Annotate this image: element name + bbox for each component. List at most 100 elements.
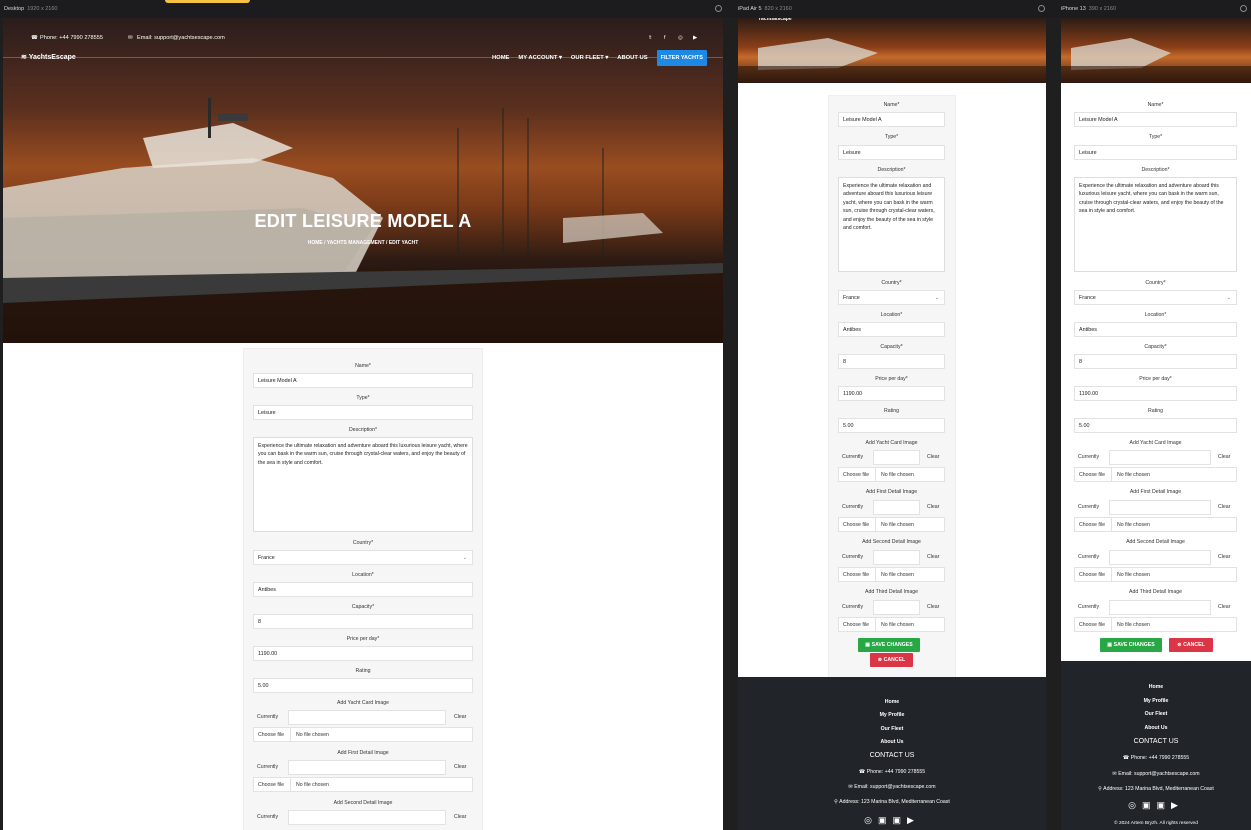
twitter-icon[interactable]: ▣ [892,815,907,825]
clear-checkbox[interactable]: Clear [454,814,466,820]
header-phone[interactable]: Phone: +44 7990 278555 [40,35,103,41]
choose-file-button[interactable]: Choose file [843,472,869,478]
second-image-file-input[interactable]: Choose file No file chosen [1074,567,1237,582]
clear-checkbox[interactable]: Clear [927,554,939,560]
footer-email[interactable]: ✉ Email: support@yachtsescape.com [1061,771,1251,777]
choose-file-button[interactable]: Choose file [843,522,869,528]
type-input[interactable]: Leisure [1074,145,1237,160]
type-input[interactable]: Leisure [253,405,473,420]
twitter-icon[interactable]: 𝕥 [649,35,652,41]
nav-our-fleet[interactable]: OUR FLEET ▾ [571,55,608,61]
choose-file-button[interactable]: Choose file [258,782,284,788]
nav-home[interactable]: HOME [492,55,509,61]
instagram-icon[interactable]: ◎ [678,35,683,41]
country-select[interactable]: France ⌄ [253,550,473,565]
choose-file-button[interactable]: Choose file [1079,522,1105,528]
youtube-icon[interactable]: ▶ [1171,800,1184,810]
card-image-file-input[interactable]: Choose file No file chosen [253,727,473,742]
youtube-icon[interactable]: ▶ [907,815,920,825]
footer-link-fleet[interactable]: Our Fleet [1061,711,1251,717]
instagram-icon[interactable]: ◎ [864,815,878,825]
footer-link-about[interactable]: About Us [738,739,1046,745]
footer-link-fleet[interactable]: Our Fleet [738,726,1046,732]
first-image-file-input[interactable]: Choose file No file chosen [1074,517,1237,532]
viewport-label-desktop: Desktop 1920 x 2160 [4,6,58,12]
clear-checkbox[interactable]: Clear [454,714,466,720]
gear-icon[interactable] [715,5,722,12]
capacity-input[interactable]: 8 [1074,354,1237,369]
third-image-file-input[interactable]: Choose file No file chosen [838,617,945,632]
choose-file-button[interactable]: Choose file [843,622,869,628]
clear-checkbox[interactable]: Clear [1218,454,1230,460]
rating-input[interactable]: 5.00 [838,418,945,433]
card-image-file-input[interactable]: Choose file No file chosen [1074,467,1237,482]
cancel-button[interactable]: ⊗ CANCEL [1169,638,1213,652]
rating-input[interactable]: 5.00 [253,678,473,693]
footer-link-profile[interactable]: My Profile [738,712,1046,718]
cancel-button[interactable]: ⊗ CANCEL [870,653,913,667]
header-email[interactable]: Email: support@yachtsescape.com [137,35,225,41]
youtube-icon[interactable]: ▶ [693,35,697,41]
footer-phone[interactable]: ☎ Phone: +44 7990 278555 [1061,755,1251,761]
instagram-icon[interactable]: ◎ [1128,800,1142,810]
price-input[interactable]: 1190.00 [838,386,945,401]
clear-checkbox[interactable]: Clear [1218,554,1230,560]
gear-icon[interactable] [1038,5,1045,12]
price-input[interactable]: 1190.00 [253,646,473,661]
name-input[interactable]: Leisure Model A [838,112,945,127]
description-textarea[interactable]: Experience the ultimate relaxation and a… [253,437,473,532]
country-select[interactable]: France ⌄ [1074,290,1237,305]
footer-email[interactable]: ✉ Email: support@yachtsescape.com [738,784,1046,790]
facebook-icon[interactable]: ▣ [1142,800,1157,810]
breadcrumb[interactable]: HOME / YACHTS MANAGEMENT / EDIT YACHT [3,240,723,246]
choose-file-button[interactable]: Choose file [1079,622,1105,628]
clear-checkbox[interactable]: Clear [454,764,466,770]
clear-checkbox[interactable]: Clear [927,604,939,610]
price-input[interactable]: 1190.00 [1074,386,1237,401]
location-input[interactable]: Antibes [253,582,473,597]
second-image-current: Currently Clear [253,810,473,825]
rating-input[interactable]: 5.00 [1074,418,1237,433]
first-image-file-input[interactable]: Choose file No file chosen [253,777,473,792]
location-input[interactable]: Antibes [1074,322,1237,337]
type-input[interactable]: Leisure [838,145,945,160]
save-changes-button[interactable]: ▣ SAVE CHANGES [858,638,920,652]
choose-file-button[interactable]: Choose file [843,572,869,578]
clear-checkbox[interactable]: Clear [1218,504,1230,510]
filter-yachts-button[interactable]: FILTER YACHTS [656,50,707,66]
description-label: Description* [1141,167,1170,173]
description-textarea[interactable]: Experience the ultimate relaxation and a… [1074,177,1237,272]
nav-my-account[interactable]: MY ACCOUNT ▾ [518,55,562,61]
card-image-file-input[interactable]: Choose file No file chosen [838,467,945,482]
description-textarea[interactable]: Experience the ultimate relaxation and a… [838,177,945,272]
location-input[interactable]: Antibes [838,322,945,337]
clear-checkbox[interactable]: Clear [927,504,939,510]
choose-file-button[interactable]: Choose file [258,732,284,738]
logo[interactable]: ≋ YachtsEscape [21,53,76,61]
choose-file-button[interactable]: Choose file [1079,572,1105,578]
third-image-file-input[interactable]: Choose file No file chosen [1074,617,1237,632]
footer-link-home[interactable]: Home [738,699,1046,705]
capacity-input[interactable]: 8 [253,614,473,629]
name-input[interactable]: Leisure Model A [1074,112,1237,127]
country-select[interactable]: France ⌄ [838,290,945,305]
capacity-label: Capacity* [351,604,375,610]
name-input[interactable]: Leisure Model A [253,373,473,388]
save-changes-button[interactable]: ▣ SAVE CHANGES [1100,638,1162,652]
footer-link-home[interactable]: Home [1061,684,1251,690]
capacity-input[interactable]: 8 [838,354,945,369]
footer-link-profile[interactable]: My Profile [1061,698,1251,704]
clear-checkbox[interactable]: Clear [1218,604,1230,610]
choose-file-button[interactable]: Choose file [1079,472,1105,478]
first-image-file-input[interactable]: Choose file No file chosen [838,517,945,532]
logo[interactable]: YachtsEscape [758,18,792,22]
facebook-icon[interactable]: f [664,35,666,41]
footer-link-about[interactable]: About Us [1061,725,1251,731]
gear-icon[interactable] [1240,5,1247,12]
nav-about[interactable]: ABOUT US [617,55,647,61]
facebook-icon[interactable]: ▣ [878,815,893,825]
twitter-icon[interactable]: ▣ [1156,800,1171,810]
second-image-file-input[interactable]: Choose file No file chosen [838,567,945,582]
footer-phone[interactable]: ☎ Phone: +44 7990 278555 [738,769,1046,775]
clear-checkbox[interactable]: Clear [927,454,939,460]
